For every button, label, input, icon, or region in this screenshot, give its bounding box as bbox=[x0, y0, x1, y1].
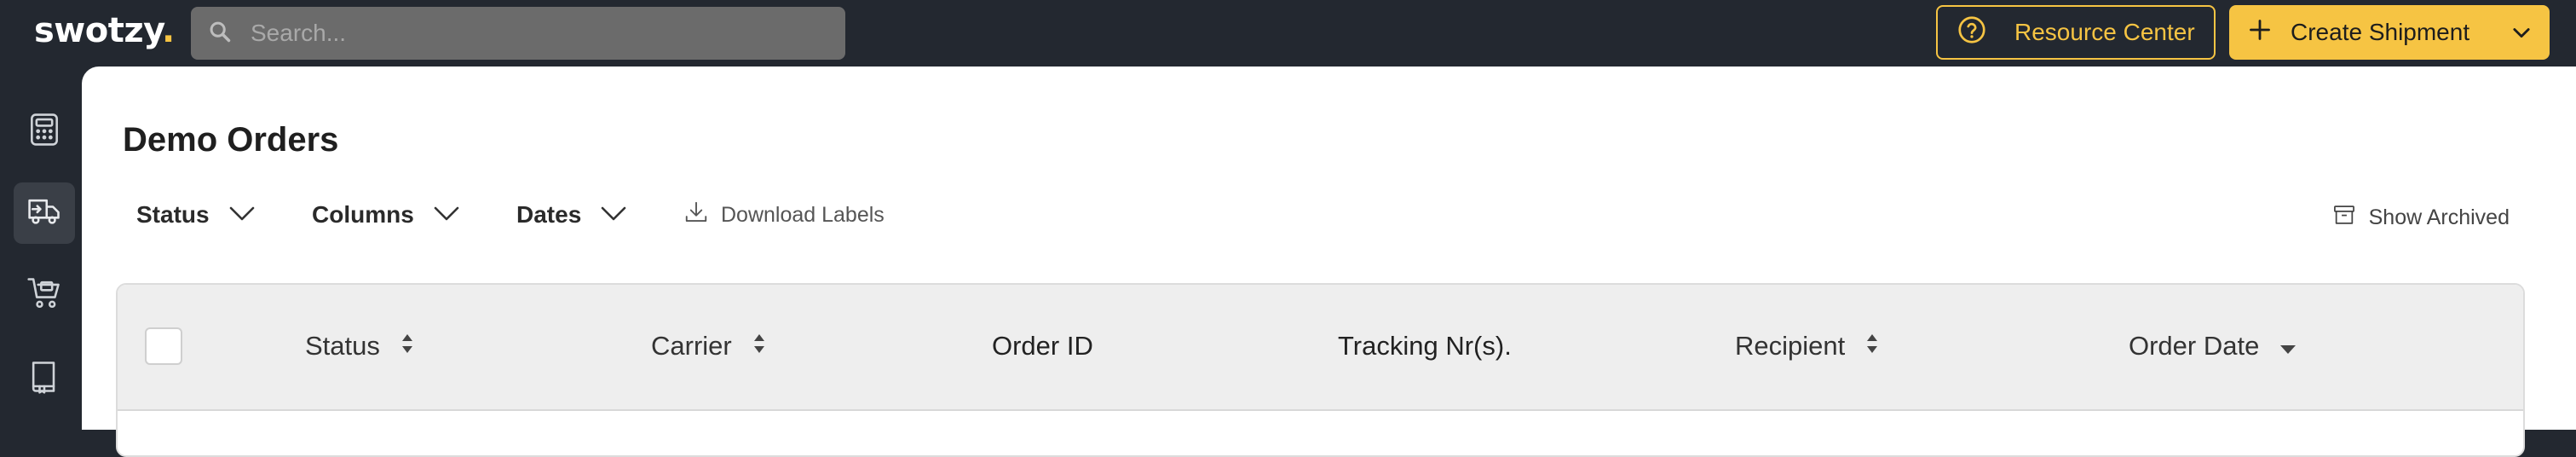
status-filter-dropdown[interactable]: Status bbox=[136, 203, 256, 227]
sidebar-item-cart[interactable] bbox=[14, 264, 75, 326]
sidebar-item-calculator[interactable] bbox=[14, 101, 75, 162]
resource-center-label: Resource Center bbox=[2014, 19, 2195, 45]
archive-box-icon bbox=[2331, 203, 2369, 233]
column-label: Carrier bbox=[651, 331, 732, 361]
download-labels-label: Download Labels bbox=[721, 203, 885, 227]
chevron-down-icon[interactable] bbox=[2509, 20, 2534, 50]
book-icon bbox=[26, 358, 63, 400]
search-input[interactable] bbox=[249, 19, 764, 48]
column-label: Status bbox=[305, 331, 380, 361]
sidebar-item-book[interactable] bbox=[14, 348, 75, 409]
filter-label: Status bbox=[136, 201, 210, 228]
column-label: Order Date bbox=[2129, 331, 2260, 361]
table-header: Status Carrier Order ID Tracking Nr(s). … bbox=[118, 285, 2523, 411]
calculator-icon bbox=[26, 111, 63, 153]
download-icon bbox=[683, 200, 721, 231]
filter-label: Columns bbox=[312, 201, 414, 228]
column-header-carrier[interactable]: Carrier bbox=[651, 333, 766, 359]
help-circle-icon bbox=[1956, 14, 1987, 51]
column-label: Order ID bbox=[992, 331, 1093, 361]
cart-icon bbox=[26, 275, 63, 316]
truck-shipments-icon bbox=[26, 193, 63, 234]
column-label: Recipient bbox=[1735, 331, 1846, 361]
column-header-order-date[interactable]: Order Date bbox=[2129, 333, 2297, 359]
show-archived-button[interactable]: Show Archived bbox=[2331, 203, 2510, 233]
search-bar[interactable] bbox=[191, 7, 845, 60]
column-header-tracking[interactable]: Tracking Nr(s). bbox=[1338, 333, 1512, 359]
column-label: Tracking Nr(s). bbox=[1338, 331, 1512, 361]
dates-filter-dropdown[interactable]: Dates bbox=[516, 203, 627, 227]
sort-icon bbox=[732, 333, 766, 359]
download-labels-button[interactable]: Download Labels bbox=[683, 200, 885, 231]
column-header-recipient[interactable]: Recipient bbox=[1735, 333, 1879, 359]
column-header-order-id[interactable]: Order ID bbox=[992, 333, 1093, 359]
chevron-down-icon bbox=[210, 203, 256, 227]
plus-icon bbox=[2248, 18, 2272, 48]
orders-table: Status Carrier Order ID Tracking Nr(s). … bbox=[116, 283, 2525, 457]
select-all-checkbox[interactable] bbox=[145, 327, 182, 365]
columns-filter-dropdown[interactable]: Columns bbox=[312, 203, 460, 227]
chevron-down-icon bbox=[581, 203, 627, 227]
show-archived-label: Show Archived bbox=[2368, 205, 2510, 229]
column-header-status[interactable]: Status bbox=[305, 333, 414, 359]
main-panel: Demo Orders Status Columns Dates Downloa… bbox=[82, 67, 2576, 457]
chevron-down-icon bbox=[414, 203, 460, 227]
filter-label: Dates bbox=[516, 201, 582, 228]
sort-icon bbox=[380, 333, 414, 359]
create-shipment-label: Create Shipment bbox=[2291, 19, 2470, 45]
resource-center-button[interactable]: Resource Center bbox=[1936, 5, 2216, 60]
search-icon bbox=[208, 20, 232, 48]
sort-desc-icon bbox=[2259, 333, 2297, 359]
sort-icon bbox=[1845, 333, 1879, 359]
sidebar-item-shipments[interactable] bbox=[14, 182, 75, 244]
brand-logo[interactable]: swotzy. bbox=[34, 14, 175, 48]
create-shipment-button[interactable]: Create Shipment bbox=[2229, 5, 2550, 60]
page-title: Demo Orders bbox=[123, 121, 339, 159]
